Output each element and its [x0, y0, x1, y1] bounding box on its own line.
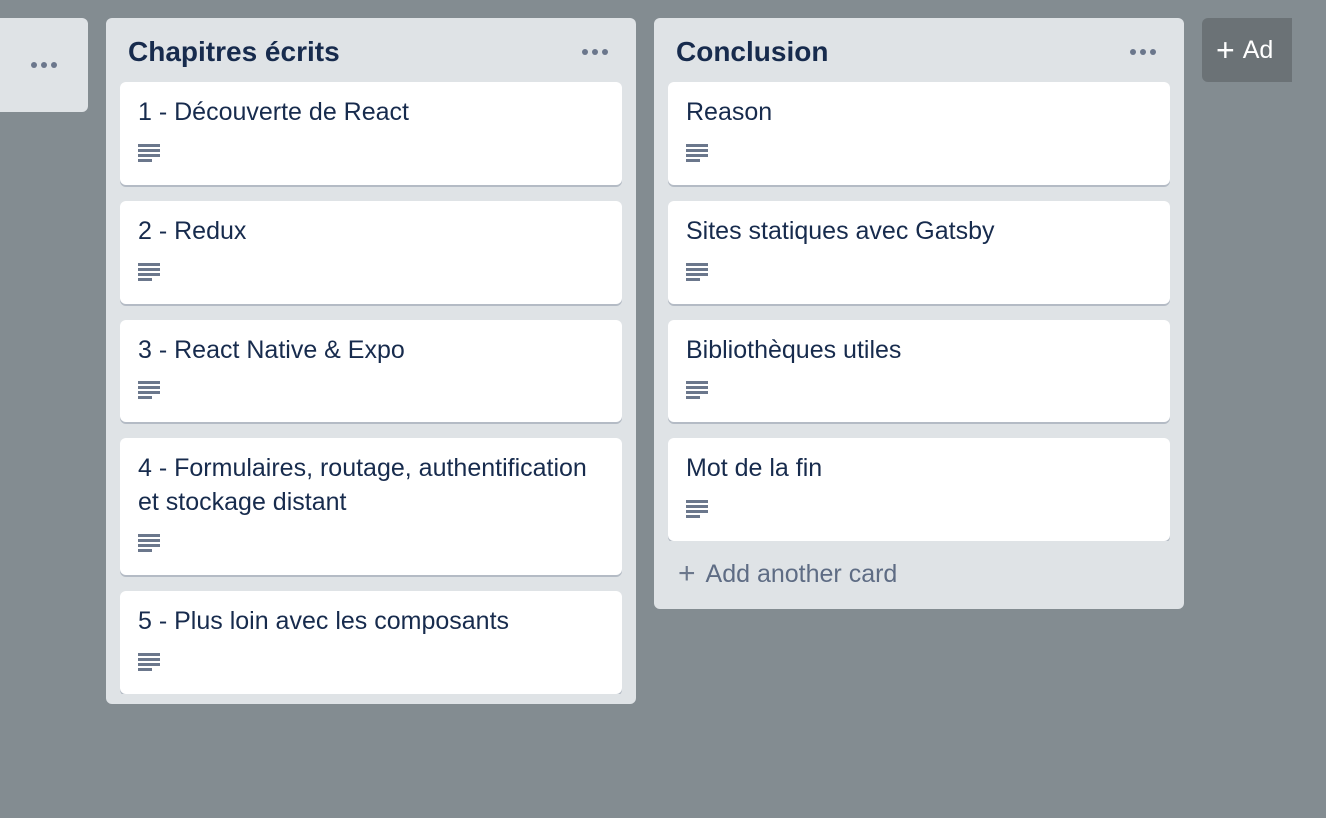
card[interactable]: 3 - React Native & Expo	[120, 320, 622, 423]
description-icon	[686, 144, 708, 162]
board: Chapitres écrits 1 - Découverte de React…	[0, 0, 1326, 818]
card[interactable]: 1 - Découverte de React	[120, 82, 622, 185]
card[interactable]: Sites statiques avec Gatsby	[668, 201, 1170, 304]
description-icon	[686, 381, 708, 399]
add-card-label: Add another card	[706, 560, 898, 589]
card-title: Reason	[686, 96, 1152, 130]
add-list-label: Ad	[1243, 36, 1274, 65]
card-title: 3 - React Native & Expo	[138, 334, 604, 368]
plus-icon: +	[1216, 34, 1235, 66]
list-conclusion: Conclusion Reason Sites statiques avec G…	[654, 18, 1184, 609]
list-header: Chapitres écrits	[120, 32, 622, 82]
add-card-button[interactable]: + Add another card	[668, 541, 1170, 599]
card-title: 5 - Plus loin avec les composants	[138, 605, 604, 639]
list-menu-icon[interactable]	[14, 32, 74, 98]
list-title[interactable]: Chapitres écrits	[128, 36, 340, 68]
card-title: Bibliothèques utiles	[686, 334, 1152, 368]
card[interactable]: 4 - Formulaires, routage, authentificati…	[120, 438, 622, 575]
list-menu-icon[interactable]	[1124, 43, 1162, 61]
add-list-button[interactable]: + Ad	[1202, 18, 1292, 82]
description-icon	[138, 144, 160, 162]
card[interactable]: Mot de la fin	[668, 438, 1170, 541]
description-icon	[138, 263, 160, 281]
plus-icon: +	[678, 559, 696, 589]
card[interactable]: 2 - Redux	[120, 201, 622, 304]
card-title: Sites statiques avec Gatsby	[686, 215, 1152, 249]
card-container: Reason Sites statiques avec Gatsby Bibli…	[668, 82, 1170, 541]
list-title[interactable]: Conclusion	[676, 36, 828, 68]
list-partial-left	[0, 18, 88, 112]
card-title: Mot de la fin	[686, 452, 1152, 486]
card[interactable]: 5 - Plus loin avec les composants	[120, 591, 622, 694]
card-title: 2 - Redux	[138, 215, 604, 249]
description-icon	[686, 500, 708, 518]
list-menu-icon[interactable]	[576, 43, 614, 61]
description-icon	[138, 381, 160, 399]
description-icon	[138, 653, 160, 671]
card-container: 1 - Découverte de React 2 - Redux 3 - Re…	[120, 82, 622, 694]
card-title: 4 - Formulaires, routage, authentificati…	[138, 452, 604, 520]
card[interactable]: Bibliothèques utiles	[668, 320, 1170, 423]
list-header: Conclusion	[668, 32, 1170, 82]
list-chapitres-ecrits: Chapitres écrits 1 - Découverte de React…	[106, 18, 636, 704]
card[interactable]: Reason	[668, 82, 1170, 185]
card-title: 1 - Découverte de React	[138, 96, 604, 130]
description-icon	[686, 263, 708, 281]
description-icon	[138, 534, 160, 552]
